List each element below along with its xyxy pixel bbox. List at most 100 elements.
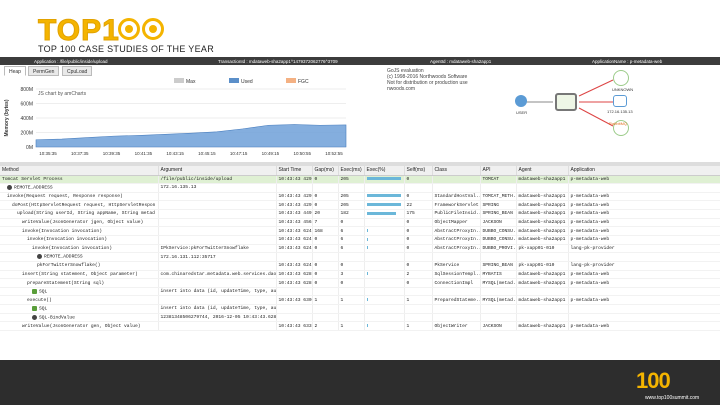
column-header[interactable]: Self(ms) <box>404 166 433 176</box>
method-cell: REMOTE_ADDRESS <box>0 183 159 193</box>
exec-cell <box>338 252 365 262</box>
agent-cell: mdataweb-sha2app1 <box>516 192 569 202</box>
method-cell: writeValue(JsonGenerator gen, Object val… <box>0 321 159 332</box>
gojs-watermark: GoJS evaluation (c) 1998-2016 Northwoods… <box>387 68 487 92</box>
exec-cell: 6 <box>338 244 365 254</box>
table-row[interactable]: SQL insert into data (id, updateTime, typ… <box>0 304 720 314</box>
cloud-node-icon[interactable] <box>613 95 627 107</box>
application-cell <box>568 252 720 262</box>
tomcat-node-icon[interactable] <box>555 93 577 111</box>
start-time-cell <box>276 183 313 193</box>
table-row[interactable]: doPost(HttpServletRequest request, HttpS… <box>0 200 720 211</box>
method-cell: doPost(HttpServletRequest request, HttpS… <box>0 200 159 211</box>
header-logo-area: TOP1 TOP 100 CASE STUDIES OF THE YEAR <box>0 0 720 56</box>
table-row[interactable]: invoke(Invocation invocation) 10:43:43 62… <box>0 235 720 245</box>
self-cell <box>404 252 433 262</box>
column-header[interactable]: Start Time <box>276 166 313 176</box>
column-header[interactable]: Class <box>432 166 481 176</box>
class-cell: PkService <box>432 261 481 271</box>
application-cell: p-metadata-web <box>568 192 720 202</box>
self-cell: 0 <box>404 244 433 254</box>
y-tick-label: 800M <box>20 87 33 93</box>
column-header[interactable]: Application <box>568 166 720 176</box>
start-time-cell: 10:43:43 429 <box>276 200 313 211</box>
exec-percent-cell <box>364 270 405 280</box>
tab-heap[interactable]: Heap <box>4 66 26 76</box>
table-row[interactable]: upload(String userId, String appName, St… <box>0 209 720 219</box>
table-row[interactable]: invoke(Request request, Response respons… <box>0 192 720 202</box>
api-cell: JACKSON <box>480 321 517 332</box>
info-icon <box>37 254 42 260</box>
gap-cell: 0 <box>312 200 339 211</box>
argument-cell <box>158 261 277 271</box>
self-cell <box>404 287 433 297</box>
tab-cpuload[interactable]: CpuLoad <box>62 66 93 76</box>
argument-cell <box>158 278 277 288</box>
method-cell: prepareStatement(String sql) <box>0 278 159 288</box>
footer-url[interactable]: www.top100summit.com <box>645 395 699 401</box>
exec-cell: 1 <box>338 321 365 332</box>
column-header[interactable]: Exec(%) <box>364 166 405 176</box>
x-tick-label: 10:39:35 <box>103 151 121 156</box>
table-row[interactable]: REMOTE_ADDRESS 172.16.135.13 <box>0 183 720 193</box>
table-row[interactable]: SQL insert into data (id, updateTime, typ… <box>0 287 720 297</box>
table-row[interactable]: pkForTwitterSnowflake() 10:43:43 624 0 0 0 Pk… <box>0 261 720 271</box>
y-tick-label: 600M <box>20 102 33 108</box>
table-row[interactable]: SQL-BindValue 12381348506279744, 2016-12-… <box>0 313 720 323</box>
table-row[interactable]: invoke(Invocation invocation) 10:43:43 62… <box>0 226 720 236</box>
class-cell <box>432 252 481 262</box>
column-header[interactable]: Method <box>0 166 159 176</box>
table-row[interactable]: writeValue(JsonGenerator jgen, Object va… <box>0 218 720 228</box>
agent-cell: mdataweb-sha2app1 <box>516 218 569 228</box>
table-row[interactable]: invoke(Invocation invocation) IPkService:… <box>0 244 720 254</box>
gap-cell: 0 <box>312 244 339 254</box>
column-header[interactable]: Argument <box>158 166 277 176</box>
agent-cell: mdataweb-sha2app1 <box>516 270 569 280</box>
gap-cell: 168 <box>312 226 339 236</box>
api-cell <box>480 287 517 297</box>
exec-percent-cell <box>364 261 405 271</box>
class-cell: FrameworkServlet <box>432 200 481 211</box>
agent-cell: mdataweb-sha2app1 <box>516 200 569 211</box>
api-cell: TOMCAT_METH... <box>480 192 517 202</box>
api-cell: DUBBO_PROVI... <box>480 244 517 254</box>
legend-swatch <box>174 78 184 83</box>
column-header[interactable]: Gap(ms) <box>312 166 339 176</box>
api-cell: MYSQL(metad... <box>480 295 517 306</box>
table-row[interactable]: execute() 10:43:43 630 1 1 1 PreparedStateme.… <box>0 295 720 306</box>
table-row[interactable]: writeValue(JsonGenerator gen, Object val… <box>0 321 720 332</box>
column-header[interactable]: Exec(ms) <box>338 166 365 176</box>
class-cell: ObjectMapper <box>432 218 481 228</box>
method-cell: SQL-BindValue <box>0 313 159 323</box>
argument-cell: 172.16.135.13 <box>158 183 277 193</box>
brand-subtitle: TOP 100 CASE STUDIES OF THE YEAR <box>38 44 214 54</box>
api-cell <box>480 183 517 193</box>
column-header[interactable]: API <box>480 166 517 176</box>
exec-cell: 1 <box>338 295 365 306</box>
class-cell <box>432 183 481 193</box>
start-time-cell: 10:43:43 633 <box>276 321 313 332</box>
unknown-node-icon[interactable] <box>613 70 629 86</box>
application-cell: p-metadata-web <box>568 200 720 211</box>
table-row[interactable]: Tomcat Servlet Process/file/public/insid… <box>0 175 720 185</box>
tab-permgen[interactable]: PermGen <box>28 66 60 76</box>
gap-cell: 0 <box>312 235 339 245</box>
column-header[interactable]: Agent <box>516 166 569 176</box>
class-cell: SqlSessionTempl... <box>432 270 481 280</box>
table-row[interactable]: insert(String statement, Object paramete… <box>0 270 720 280</box>
gap-cell <box>312 183 339 193</box>
call-tree-table: Method Argument Start Time Gap(ms) Exec(ms) E… <box>0 166 720 340</box>
api-cell: SPRING_BEAN <box>480 209 517 219</box>
ip-node-label: 172.16.135.13 <box>607 109 633 114</box>
argument-cell: IPkService:pkForTwitterSnowflake <box>158 244 277 254</box>
user-node-icon[interactable] <box>515 95 527 107</box>
exec-percent-bar <box>366 237 368 241</box>
table-row[interactable]: prepareStatement(String sql) 10:43:43 628… <box>0 278 720 288</box>
exec-percent-cell <box>364 244 405 254</box>
legend-swatch <box>286 78 296 83</box>
agent-cell <box>516 313 569 323</box>
api-cell: MYBATIS <box>480 270 517 280</box>
exec-percent-bar <box>366 211 397 215</box>
table-row[interactable]: REMOTE_ADDRESS 172.16.131.112:35717 <box>0 252 720 262</box>
exec-percent-cell <box>364 287 405 297</box>
